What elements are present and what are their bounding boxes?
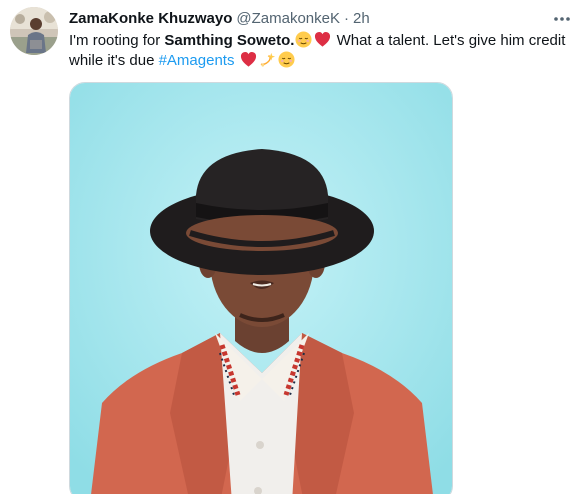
hashtag-link[interactable]: #Amagents: [159, 52, 235, 69]
photo-image: [70, 83, 452, 494]
relieved-face-icon: [295, 31, 312, 48]
tweet-text-part1: I'm rooting for: [69, 32, 165, 49]
tweet-photo[interactable]: [69, 82, 453, 494]
red-heart-icon: [240, 51, 257, 68]
mention-name: Samthing Soweto.: [164, 32, 295, 49]
avatar[interactable]: [10, 7, 58, 55]
tweet-text: I'm rooting for Samthing Soweto. What a …: [69, 31, 574, 71]
relieved-face-icon: [278, 51, 295, 68]
more-horizontal-icon: [554, 17, 570, 21]
display-name[interactable]: ZamaKonke Khuzwayo: [69, 9, 232, 29]
more-options-button[interactable]: [549, 10, 575, 28]
tweet-card[interactable]: ZamaKonke Khuzwayo @ZamakonkeK · 2h I'm …: [0, 0, 582, 494]
separator-dot: ·: [343, 10, 349, 27]
timestamp[interactable]: 2h: [353, 9, 370, 29]
dizzy-icon: [259, 51, 276, 68]
avatar-image: [10, 7, 58, 55]
tweet-header: ZamaKonke Khuzwayo @ZamakonkeK · 2h: [69, 9, 370, 29]
red-heart-icon: [314, 31, 331, 48]
user-handle[interactable]: @ZamakonkeK: [236, 9, 340, 29]
